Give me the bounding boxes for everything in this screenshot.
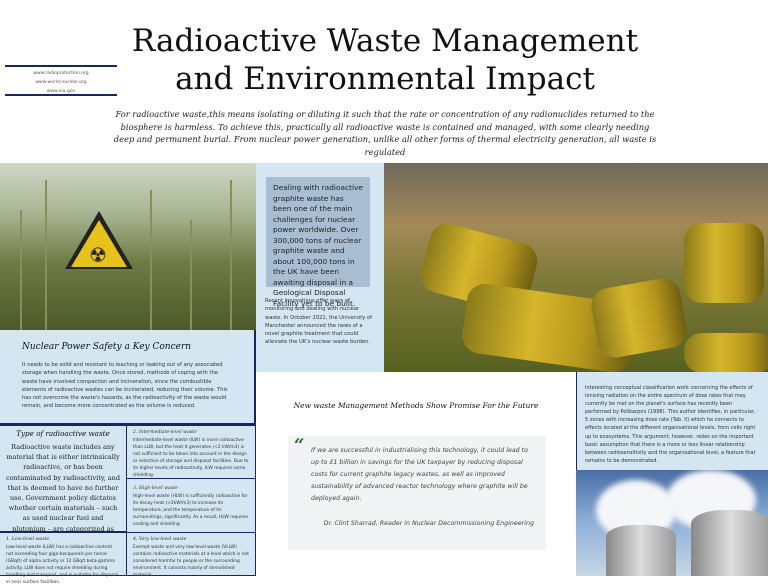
safety-heading: Nuclear Power Safety a Key Concern (22, 342, 192, 352)
cell-text: High-level waste (HLW) is sufficiently r… (133, 494, 249, 527)
reference-links: www.radioprotection.org www.world-nuclea… (5, 65, 117, 96)
quote-box: “ If we are successful in industrialisin… (288, 436, 546, 550)
classification-text: Interesting conceptual classification wo… (576, 372, 768, 470)
graphite-text: Recent innovations offer ways of monitor… (265, 298, 373, 346)
hazard-sign-photo: ☢ (0, 163, 256, 330)
quote-text: If we are successful in industrialising … (311, 447, 528, 502)
waste-type-section: Type of radioactive waste Radioactive wa… (0, 425, 127, 543)
intro-text: For radioactive waste,this means isolati… (113, 109, 657, 157)
link[interactable]: www.radioprotection.org (5, 69, 117, 78)
quote-attribution: Dr. Clint Sharrad, Reader in Nuclear Dec… (323, 520, 534, 527)
cell-text: Low-level waste (LLW) has a radioactive … (6, 545, 118, 585)
cell-text: Exempt waste and very low-level waste (V… (133, 545, 249, 578)
link[interactable]: www.eia.gov (5, 87, 117, 96)
very-low-level-cell: 4. Very low-level waste Exempt waste and… (126, 532, 256, 578)
cell-title: 4. Very low-level waste (133, 537, 187, 542)
barrels-photo (384, 163, 768, 372)
cell-title: 3. High-level waste (133, 486, 178, 491)
poster-title: Radioactive Waste Management and Environ… (131, 23, 639, 97)
waste-type-heading: Type of radioactive waste (16, 429, 110, 438)
cell-title: 1. Low-level waste (6, 537, 50, 542)
safety-section: Nuclear Power Safety a Key Concern It ne… (0, 330, 256, 425)
safety-text: It needs to be solid and resistant to le… (22, 362, 228, 410)
quote-mark-icon: “ (294, 435, 305, 456)
low-level-cell: 1. Low-level waste Low-level waste (LLW)… (0, 532, 127, 585)
methods-heading: New waste Management Methods Show Promis… (293, 401, 539, 410)
graphite-panel: Dealing with radioactive graphite waste … (256, 163, 384, 372)
intermediate-level-cell: 2. Intermediate-level waste Intermediate… (126, 425, 256, 485)
cell-text: Intermediate-level waste (ILW) is more r… (133, 438, 249, 478)
high-level-cell: 3. High-level waste High-level waste (HL… (126, 478, 256, 533)
radiation-icon: ☢ (89, 243, 107, 267)
waste-type-text: Radioactive waste includes any material … (6, 443, 120, 543)
link[interactable]: www.world-nuclear.org (5, 78, 117, 87)
cell-title: 2. Intermediate-level waste (133, 430, 197, 435)
cooling-towers-photo (576, 470, 768, 576)
graphite-highlight: Dealing with radioactive graphite waste … (266, 177, 370, 308)
